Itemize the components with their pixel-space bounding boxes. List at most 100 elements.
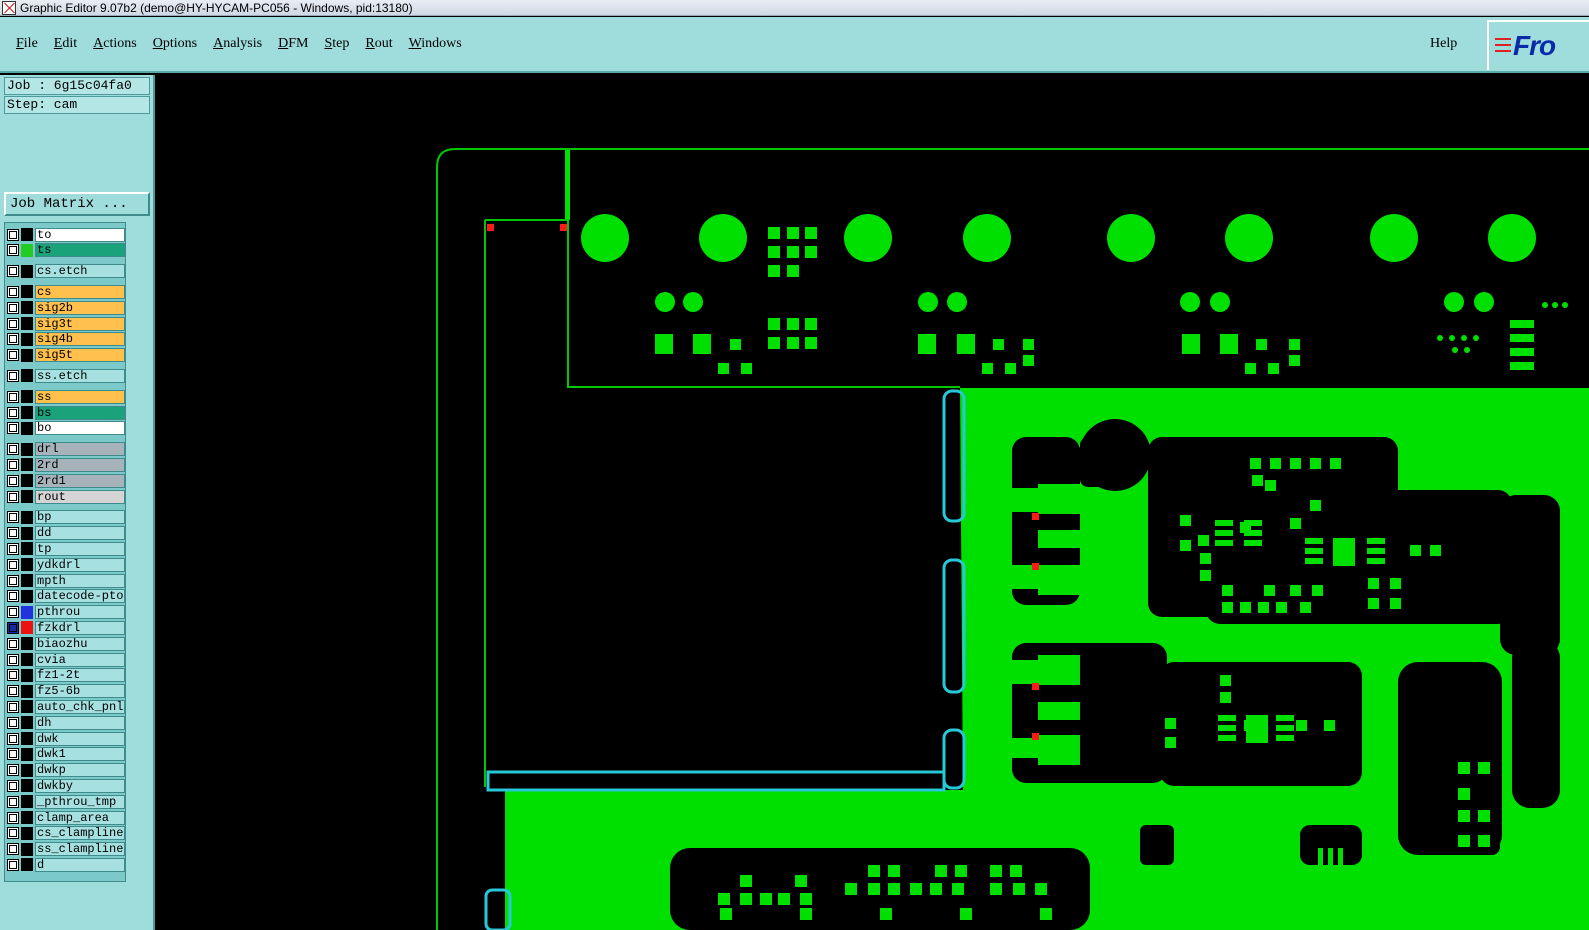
layer-name[interactable]: bp [35, 510, 125, 525]
layer-name[interactable]: 2rd [35, 457, 125, 472]
layer-name[interactable]: bo [35, 421, 125, 436]
layer-row-drl[interactable]: drl [7, 442, 125, 457]
layer-checkbox[interactable] [7, 490, 19, 503]
layer-name[interactable]: dwk1 [35, 747, 125, 762]
menu-options[interactable]: Options [145, 36, 205, 52]
layer-row-dwk1[interactable]: dwk1 [7, 747, 125, 762]
menu-file[interactable]: File [8, 36, 46, 52]
layer-row-sig2b[interactable]: sig2b [7, 300, 125, 315]
layer-checkbox[interactable] [7, 653, 19, 666]
layer-name[interactable]: ydkdrl [35, 557, 125, 572]
layer-row-tp[interactable]: tp [7, 541, 125, 556]
layer-name[interactable]: ts [35, 243, 125, 258]
layer-name[interactable]: dwkby [35, 778, 125, 793]
layer-row-ss_clampline[interactable]: ss_clampline [7, 842, 125, 857]
layer-name[interactable]: 2rd1 [35, 473, 125, 488]
layer-checkbox[interactable] [7, 558, 19, 571]
layer-checkbox[interactable] [7, 317, 19, 330]
layer-name[interactable]: ss.etch [35, 368, 125, 383]
layer-row-bs[interactable]: bs [7, 405, 125, 420]
graphic-canvas[interactable] [157, 75, 1589, 930]
layer-checkbox[interactable] [7, 443, 19, 456]
layer-row-fz1-2t[interactable]: fz1-2t [7, 668, 125, 683]
layer-checkbox[interactable] [7, 422, 19, 435]
layer-row-ydkdrl[interactable]: ydkdrl [7, 557, 125, 572]
layer-checkbox[interactable] [7, 858, 19, 871]
layer-row-ts[interactable]: ts [7, 243, 125, 258]
menu-analysis[interactable]: Analysis [205, 36, 270, 52]
layer-name[interactable]: sig3t [35, 316, 125, 331]
layer-row-ss.etch[interactable]: ss.etch [7, 368, 125, 383]
layer-checkbox[interactable] [7, 349, 19, 362]
layer-checkbox[interactable] [7, 669, 19, 682]
layer-name[interactable]: cs [35, 284, 125, 299]
layer-name[interactable]: sig4b [35, 332, 125, 347]
layer-name[interactable]: drl [35, 442, 125, 457]
layer-row-ss[interactable]: ss [7, 389, 125, 404]
layer-row-cs.etch[interactable]: cs.etch [7, 264, 125, 279]
layer-checkbox[interactable] [7, 732, 19, 745]
layer-row-bo[interactable]: bo [7, 421, 125, 436]
layer-name[interactable]: biaozhu [35, 636, 125, 651]
layer-checkbox[interactable] [7, 301, 19, 314]
layer-name[interactable]: _pthrou_tmp [35, 794, 125, 809]
layer-row-fz5-6b[interactable]: fz5-6b [7, 684, 125, 699]
layer-row-dwkp[interactable]: dwkp [7, 763, 125, 778]
menu-dfm[interactable]: DFM [270, 36, 316, 52]
layer-checkbox[interactable] [7, 843, 19, 856]
layer-checkbox[interactable] [7, 606, 19, 619]
layer-checkbox[interactable] [7, 621, 19, 634]
layer-checkbox[interactable] [7, 827, 19, 840]
menu-rout[interactable]: Rout [357, 36, 400, 52]
layer-row-sig4b[interactable]: sig4b [7, 332, 125, 347]
layer-row-datecode-pto[interactable]: datecode-pto [7, 589, 125, 604]
layer-checkbox[interactable] [7, 369, 19, 382]
layer-checkbox[interactable] [7, 795, 19, 808]
layer-name[interactable]: dh [35, 715, 125, 730]
layer-row-d[interactable]: d [7, 857, 125, 872]
layer-checkbox[interactable] [7, 527, 19, 540]
layer-checkbox[interactable] [7, 685, 19, 698]
layer-name[interactable]: cvia [35, 652, 125, 667]
layer-name[interactable]: cs_clampline [35, 826, 125, 841]
layer-checkbox[interactable] [7, 265, 19, 278]
layer-row-dwkby[interactable]: dwkby [7, 778, 125, 793]
layer-row-_pthrou_tmp[interactable]: _pthrou_tmp [7, 794, 125, 809]
layer-row-cs[interactable]: cs [7, 284, 125, 299]
layer-name[interactable]: ss_clampline [35, 842, 125, 857]
layer-name[interactable]: sig2b [35, 300, 125, 315]
layer-name[interactable]: rout [35, 489, 125, 504]
layer-name[interactable]: pthrou [35, 605, 125, 620]
layer-name[interactable]: ss [35, 389, 125, 404]
layer-checkbox[interactable] [7, 333, 19, 346]
layer-name[interactable]: datecode-pto [35, 589, 125, 604]
layer-row-mpth[interactable]: mpth [7, 573, 125, 588]
layer-row-2rd1[interactable]: 2rd1 [7, 473, 125, 488]
layer-name[interactable]: dd [35, 526, 125, 541]
layer-row-sig3t[interactable]: sig3t [7, 316, 125, 331]
layer-row-pthrou[interactable]: pthrou [7, 605, 125, 620]
layer-name[interactable]: sig5t [35, 348, 125, 363]
menu-actions[interactable]: Actions [85, 36, 145, 52]
layer-row-dd[interactable]: dd [7, 526, 125, 541]
layer-checkbox[interactable] [7, 700, 19, 713]
layer-checkbox[interactable] [7, 511, 19, 524]
layer-row-auto_chk_pnl[interactable]: auto_chk_pnl [7, 699, 125, 714]
layer-checkbox[interactable] [7, 390, 19, 403]
layer-row-dh[interactable]: dh [7, 715, 125, 730]
help-menu[interactable]: Help [1430, 36, 1457, 52]
layer-name[interactable]: dwk [35, 731, 125, 746]
layer-row-cs_clampline[interactable]: cs_clampline [7, 826, 125, 841]
layer-checkbox[interactable] [7, 811, 19, 824]
layer-checkbox[interactable] [7, 406, 19, 419]
layer-name[interactable]: cs.etch [35, 264, 125, 279]
layer-row-bp[interactable]: bp [7, 510, 125, 525]
layer-checkbox[interactable] [7, 474, 19, 487]
layer-name[interactable]: bs [35, 405, 125, 420]
layer-row-rout[interactable]: rout [7, 489, 125, 504]
layer-row-fzkdrl[interactable]: fzkdrl [7, 620, 125, 635]
layer-name[interactable]: auto_chk_pnl [35, 699, 125, 714]
layer-row-to[interactable]: to [7, 227, 125, 242]
layer-checkbox[interactable] [7, 637, 19, 650]
layer-name[interactable]: fz1-2t [35, 668, 125, 683]
